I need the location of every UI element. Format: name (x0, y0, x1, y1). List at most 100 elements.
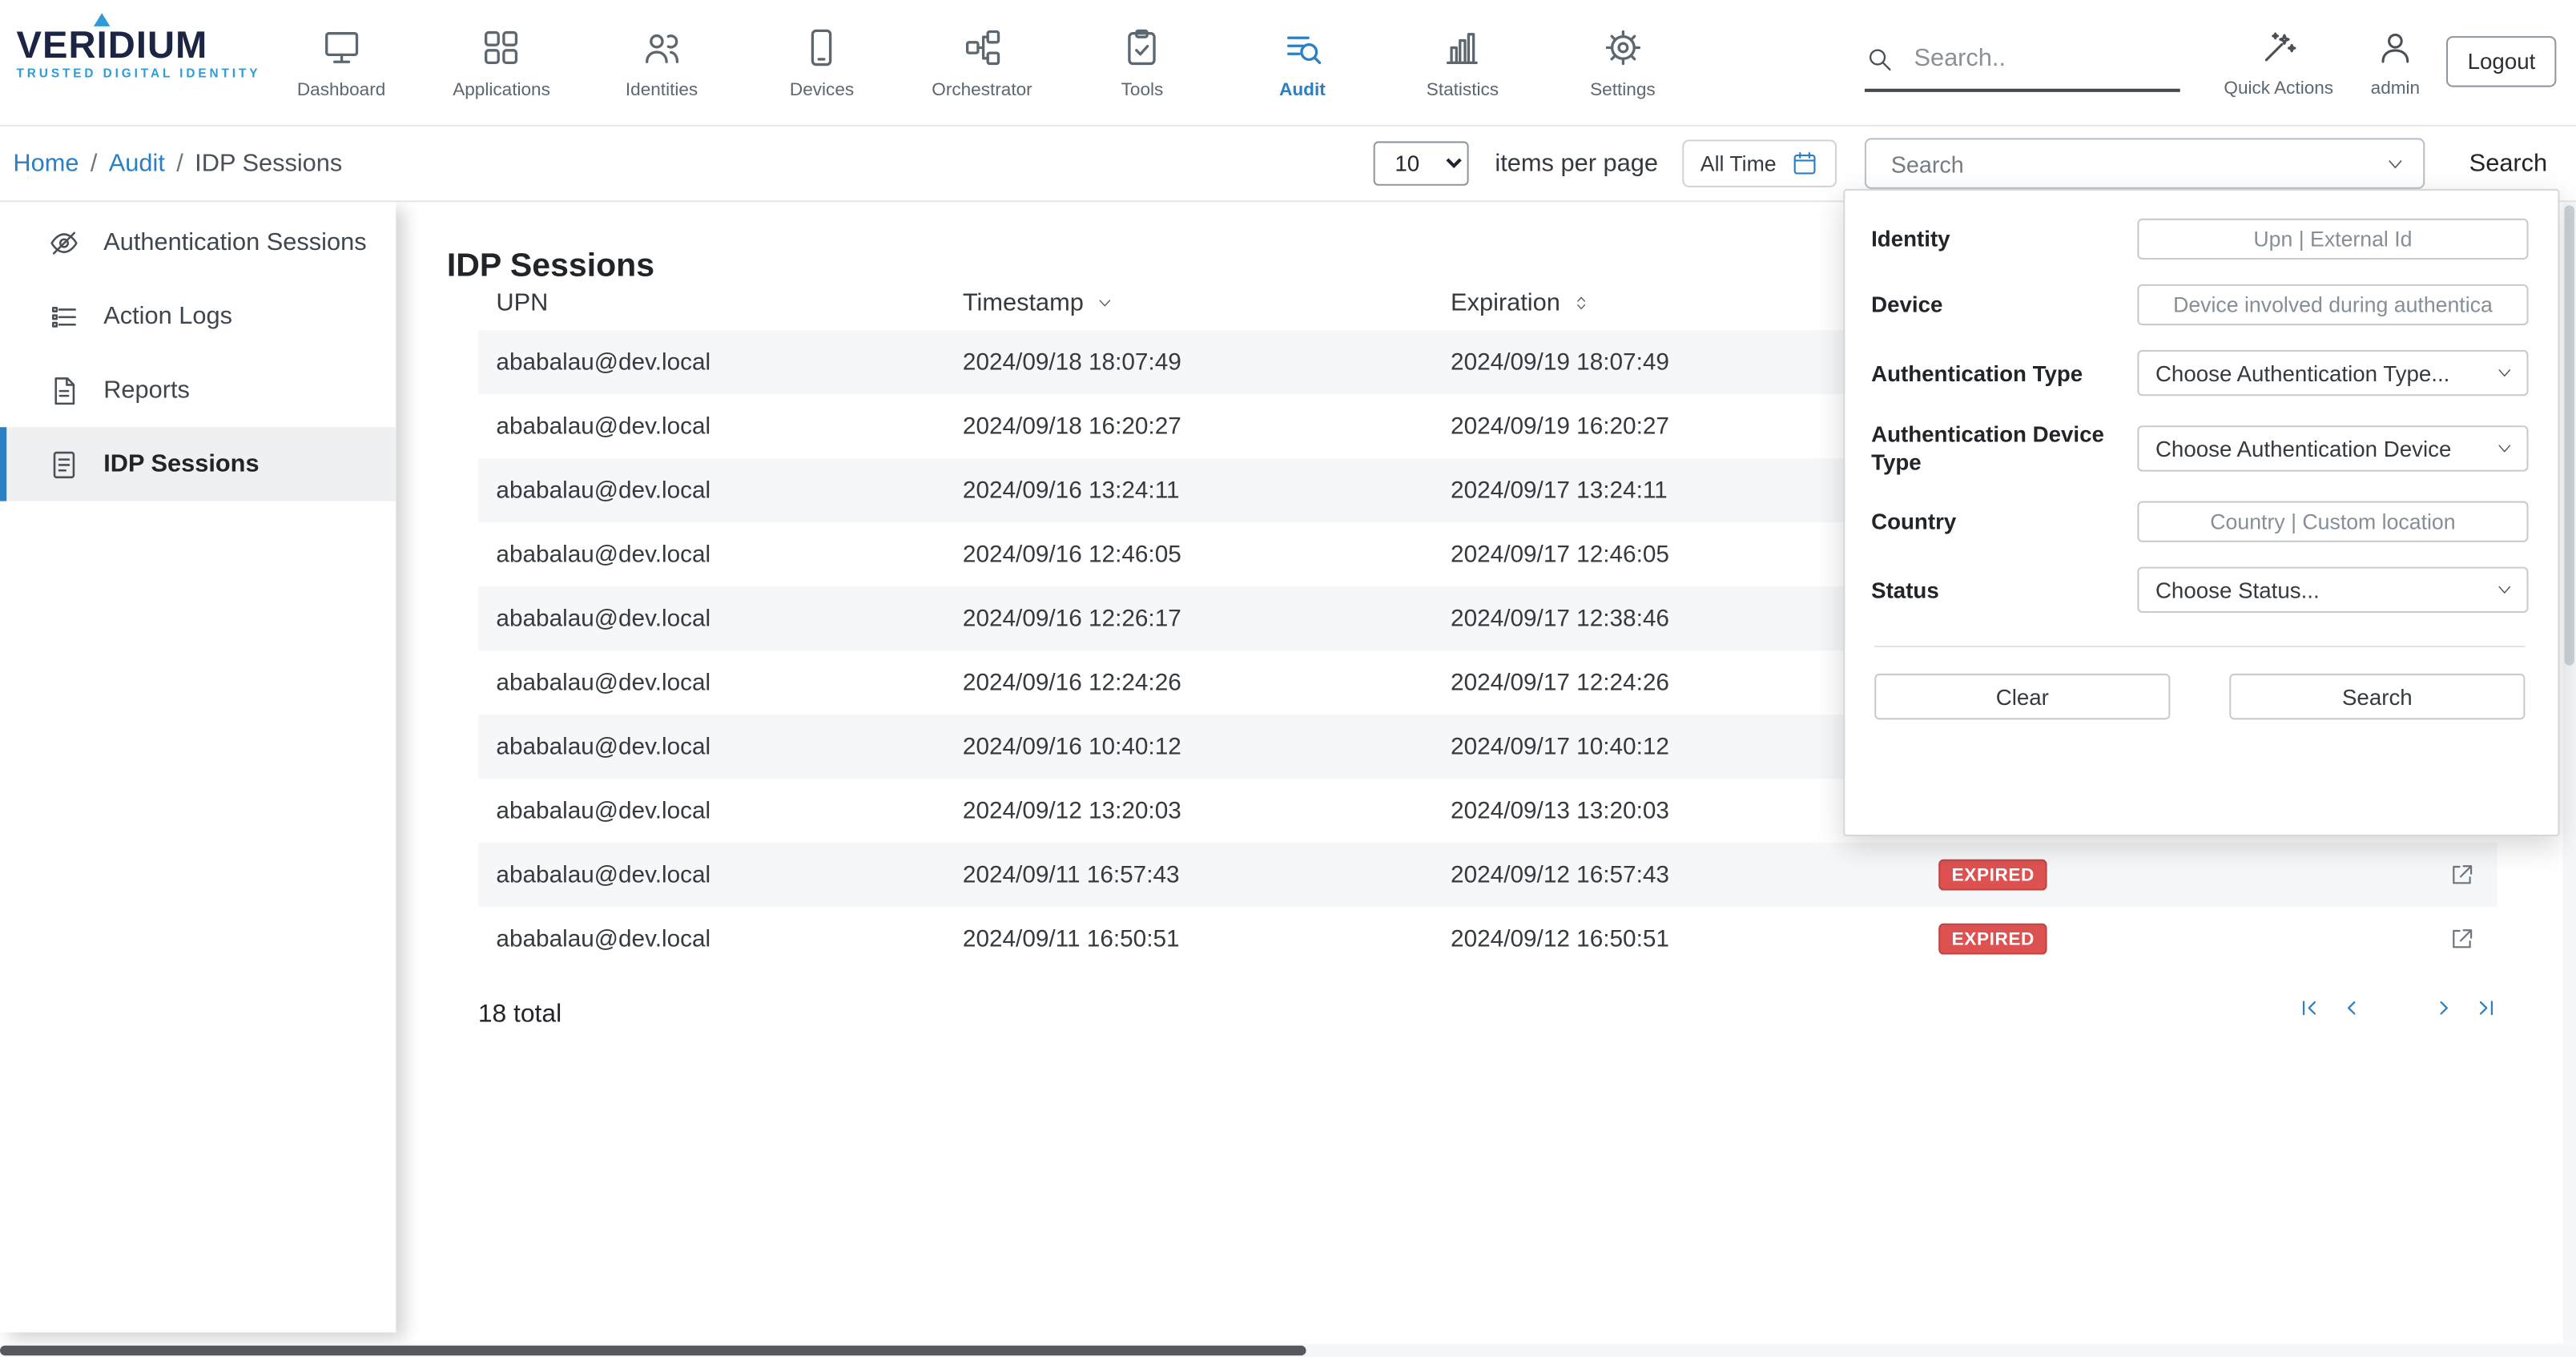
nav-item[interactable]: Orchestrator (902, 0, 1062, 125)
nav-item[interactable]: Applications (421, 0, 582, 125)
quick-actions-button[interactable]: Quick Actions (2220, 0, 2338, 125)
country-filter-input[interactable] (2137, 501, 2528, 542)
nav-item-label: Dashboard (297, 79, 385, 99)
logout-button[interactable]: Logout (2446, 36, 2557, 87)
nav-item[interactable]: Dashboard (261, 0, 421, 125)
open-session-button[interactable] (2438, 860, 2498, 891)
cell-expiration: 2024/09/17 12:38:46 (1432, 606, 1906, 632)
cell-status: EXPIRED (1906, 860, 2398, 891)
global-search-input[interactable] (1910, 42, 2180, 74)
breadcrumb-separator: / (176, 150, 183, 178)
nav-item-label: Settings (1590, 79, 1656, 99)
filter-row-authentication-type: Authentication Type Choose Authenticatio… (1871, 350, 2528, 396)
cell-expiration: 2024/09/17 13:24:11 (1432, 477, 1906, 504)
sort-both-icon (1572, 293, 1590, 312)
time-filter-label: All Time (1701, 151, 1777, 176)
user-menu-label: admin (2371, 78, 2420, 98)
cell-upn: ababalau@dev.local (478, 798, 944, 824)
nav-item[interactable]: Statistics (1383, 0, 1543, 125)
previous-page-button[interactable] (2341, 997, 2363, 1019)
authentication-type-select[interactable]: Choose Authentication Type... (2137, 350, 2528, 396)
cell-expiration: 2024/09/12 16:57:43 (1432, 862, 1906, 888)
cell-upn: ababalau@dev.local (478, 606, 944, 632)
cell-expiration: 2024/09/17 10:40:12 (1432, 734, 1906, 760)
nav-item-label: Identities (626, 79, 698, 99)
sidebar-item-icon (47, 226, 80, 259)
brand-tagline: TRUSTED DIGITAL IDENTITY (17, 66, 261, 80)
last-page-button[interactable] (2476, 997, 2498, 1019)
cell-timestamp: 2024/09/16 12:24:26 (944, 670, 1432, 696)
breadcrumb-audit-link[interactable]: Audit (109, 150, 165, 178)
nav-item-label: Orchestrator (932, 79, 1032, 99)
nav-item[interactable]: Identities (582, 0, 742, 125)
filter-panel: Identity Device Authentication Type Choo… (1843, 189, 2559, 836)
column-header-timestamp[interactable]: Timestamp (944, 288, 1432, 316)
first-page-button[interactable] (2298, 997, 2320, 1019)
horizontal-scrollbar-thumb[interactable] (0, 1346, 1306, 1355)
nav-item-label: Tools (1121, 79, 1164, 99)
clear-filters-button[interactable]: Clear (1874, 674, 2170, 719)
cell-timestamp: 2024/09/11 16:57:43 (944, 862, 1432, 888)
device-filter-input[interactable] (2137, 284, 2528, 325)
nav-item[interactable]: Tools (1062, 0, 1222, 125)
nav-item-icon (1121, 26, 1163, 68)
authentication-device-type-select[interactable]: Choose Authentication Device (2137, 425, 2528, 471)
table-row[interactable]: ababalau@dev.local 2024/09/11 16:50:51 2… (478, 907, 2498, 971)
cell-upn: ababalau@dev.local (478, 734, 944, 760)
quick-actions-label: Quick Actions (2224, 78, 2333, 98)
identity-filter-input[interactable] (2137, 219, 2528, 260)
vertical-scrollbar-thumb[interactable] (2565, 205, 2574, 665)
authentication-type-select-wrap: Choose Authentication Type... (2137, 350, 2528, 396)
sidebar-item[interactable]: Authentication Sessions (0, 205, 396, 279)
authentication-device-type-select-wrap: Choose Authentication Device (2137, 425, 2528, 471)
apply-filters-search-button[interactable]: Search (2229, 674, 2525, 719)
nav-item-icon (320, 26, 362, 68)
column-header-expiration[interactable]: Expiration (1432, 288, 1906, 316)
filter-row-country: Country (1871, 501, 2528, 542)
user-icon (2376, 27, 2415, 66)
nav-item-icon (1601, 26, 1644, 68)
brand-name: VERIDIUM (17, 25, 261, 64)
sidebar-item-label: Reports (103, 376, 190, 405)
nav-item[interactable]: Settings (1543, 0, 1703, 125)
nav-item-label: Statistics (1427, 79, 1499, 99)
horizontal-scrollbar[interactable] (0, 1344, 2576, 1357)
cell-expiration: 2024/09/12 16:50:51 (1432, 926, 1906, 952)
pagination (2298, 997, 2497, 1019)
cell-expiration: 2024/09/13 13:20:03 (1432, 798, 1906, 824)
status-select[interactable]: Choose Status... (2137, 567, 2528, 613)
veridium-logo[interactable]: VERIDIUM TRUSTED DIGITAL IDENTITY (17, 25, 261, 81)
user-menu[interactable]: admin (2353, 0, 2438, 125)
nav-item-icon (640, 26, 682, 68)
app-root: VERIDIUM TRUSTED DIGITAL IDENTITY Dashbo… (0, 0, 2576, 1357)
logo-triangle-icon: I (97, 25, 108, 64)
cell-timestamp: 2024/09/16 10:40:12 (944, 734, 1432, 760)
global-search (1865, 42, 2180, 92)
cell-timestamp: 2024/09/18 18:07:49 (944, 349, 1432, 376)
sidebar-item[interactable]: IDP Sessions (0, 427, 396, 501)
sidebar-item[interactable]: Reports (0, 353, 396, 427)
breadcrumb-home-link[interactable]: Home (13, 150, 78, 178)
sidebar-item[interactable]: Action Logs (0, 280, 396, 353)
table-row[interactable]: ababalau@dev.local 2024/09/11 16:57:43 2… (478, 843, 2498, 907)
next-page-button[interactable] (2433, 997, 2455, 1019)
nav-item-icon (960, 26, 1003, 68)
nav-item-label: Applications (453, 79, 550, 99)
sidebar: Authentication Sessions Action Logs Repo… (0, 202, 396, 1332)
filter-panel-buttons: Clear Search (1871, 674, 2528, 719)
cell-upn: ababalau@dev.local (478, 349, 944, 376)
cell-status: EXPIRED (1906, 924, 2398, 955)
nav-item[interactable]: Audit (1222, 0, 1383, 125)
open-session-button[interactable] (2438, 924, 2498, 955)
filter-row-authentication-device-type: Authentication Device Type Choose Authen… (1871, 421, 2528, 477)
column-header-upn[interactable]: UPN (478, 288, 944, 316)
filter-row-status: Status Choose Status... (1871, 567, 2528, 613)
vertical-scrollbar[interactable] (2563, 202, 2576, 1343)
cell-expiration: 2024/09/17 12:46:05 (1432, 542, 1906, 568)
cell-timestamp: 2024/09/11 16:50:51 (944, 926, 1432, 952)
items-per-page-select[interactable]: 10 (1374, 141, 1469, 185)
filter-label-authentication-device-type: Authentication Device Type (1871, 421, 2137, 477)
nav-item[interactable]: Devices (742, 0, 902, 125)
filter-search-combobox[interactable]: Search (1865, 138, 2425, 189)
time-filter-button[interactable]: All Time (1682, 139, 1837, 187)
